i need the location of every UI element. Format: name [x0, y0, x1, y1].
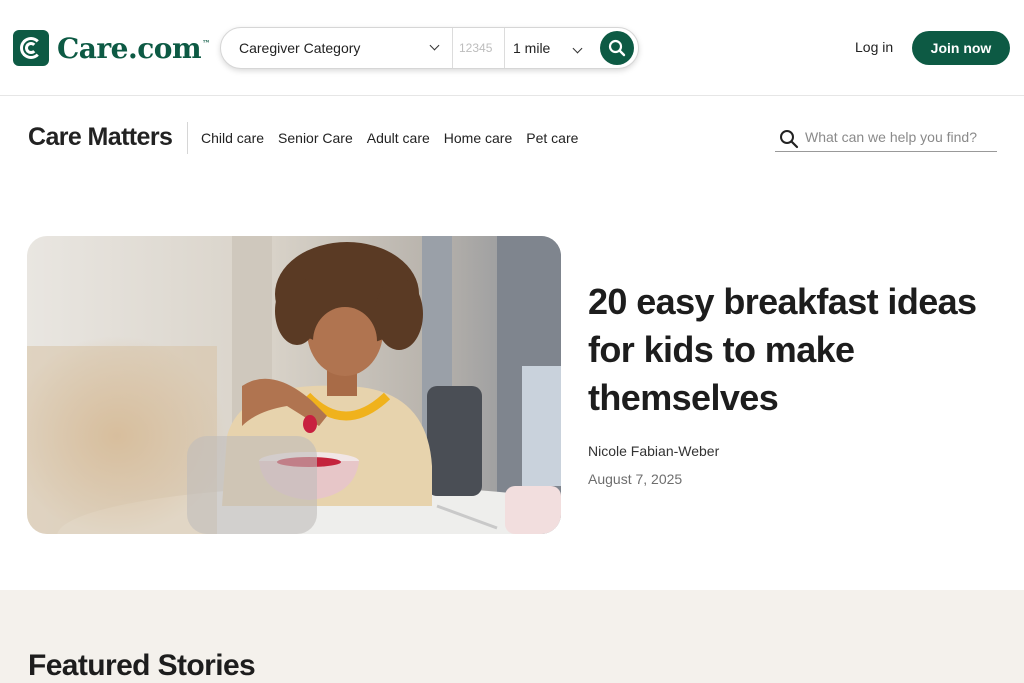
care-logo-icon: [13, 30, 49, 66]
top-header: Care.com™ Caregiver Category 1 mile Log …: [0, 0, 1024, 96]
article-date: August 7, 2025: [588, 471, 683, 487]
hero-article-title[interactable]: 20 easy breakfast ideas for kids to make…: [588, 278, 1008, 422]
featured-stories-section: Featured Stories: [0, 590, 1024, 683]
care-logo[interactable]: Care.com™: [13, 30, 210, 66]
featured-stories-heading: Featured Stories: [28, 649, 256, 682]
care-matters-brand[interactable]: Care Matters: [28, 123, 173, 152]
site-search: [775, 126, 997, 152]
nav-link-child-care[interactable]: Child care: [201, 130, 264, 146]
search-button[interactable]: [600, 31, 634, 65]
chevron-down-icon: [572, 43, 583, 54]
zip-code-field[interactable]: [453, 28, 505, 68]
distance-value: 1 mile: [513, 40, 551, 56]
hero-photo-illustration: [27, 236, 561, 534]
nav-divider: [187, 122, 188, 154]
search-icon: [780, 130, 799, 149]
nav-link-senior-care[interactable]: Senior Care: [278, 130, 353, 146]
caregiver-category-value: Caregiver Category: [239, 40, 361, 56]
distance-select[interactable]: 1 mile: [505, 28, 595, 68]
nav-link-adult-care[interactable]: Adult care: [367, 130, 430, 146]
chevron-down-icon: [429, 40, 440, 51]
category-links: Child care Senior Care Adult care Home c…: [201, 130, 592, 146]
logo-text: Care.com™: [57, 31, 210, 65]
care-matters-nav: Care Matters Child care Senior Care Adul…: [0, 96, 1024, 180]
caregiver-category-select[interactable]: Caregiver Category: [221, 28, 453, 68]
search-icon: [608, 39, 626, 57]
login-link[interactable]: Log in: [855, 39, 893, 55]
site-search-input[interactable]: [805, 129, 993, 145]
nav-link-pet-care[interactable]: Pet care: [526, 130, 578, 146]
join-now-button[interactable]: Join now: [912, 31, 1010, 65]
zip-code-input[interactable]: [459, 41, 503, 55]
nav-link-home-care[interactable]: Home care: [444, 130, 512, 146]
article-author[interactable]: Nicole Fabian-Weber: [588, 443, 719, 459]
caregiver-search-bar: Caregiver Category 1 mile: [220, 27, 639, 69]
hero-article-image[interactable]: [27, 236, 561, 534]
